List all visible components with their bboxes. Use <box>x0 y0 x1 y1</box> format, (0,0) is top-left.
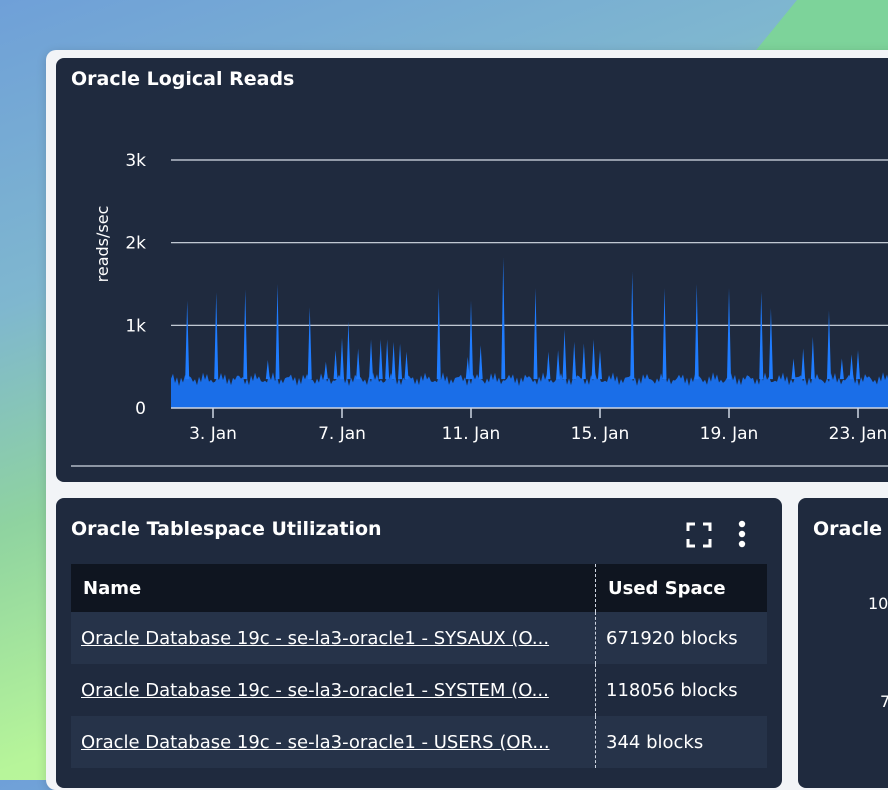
spike-mark <box>598 350 602 380</box>
spike-mark <box>839 358 844 380</box>
tablespace-utilization-widget: Oracle Tablespace Utilization Name Used … <box>56 498 782 788</box>
y-tick-label: 2k <box>125 234 146 254</box>
spike-mark <box>501 257 506 380</box>
logical-reads-widget: Oracle Logical Reads 0 1k 2k 3k reads/sec 3. … <box>56 58 888 482</box>
spike-mark <box>791 358 796 380</box>
tablespace-link[interactable]: Oracle Database 19c - se-la3-oracle1 - S… <box>81 680 579 701</box>
used-space-cell: 344 blocks <box>595 716 767 768</box>
y-tick-label: 7 <box>880 692 888 711</box>
widget-title: Oracle T <box>813 518 888 540</box>
spike-mark <box>572 341 577 380</box>
spike-mark <box>391 341 396 380</box>
spike-mark <box>801 348 806 380</box>
spike-mark <box>340 337 344 380</box>
spike-mark <box>378 339 383 380</box>
spike-mark <box>469 300 473 380</box>
spike-mark <box>581 343 586 380</box>
table-row: Oracle Database 19c - se-la3-oracle1 - U… <box>71 716 767 768</box>
x-tick-label: 7. Jan <box>318 424 366 444</box>
spike-mark <box>768 307 773 380</box>
spike-mark <box>810 336 815 380</box>
name-cell: Oracle Database 19c - se-la3-oracle1 - S… <box>71 664 596 716</box>
spike-mark <box>436 288 441 380</box>
spike-mark <box>369 339 374 380</box>
spike-mark <box>214 292 219 380</box>
spike-mark <box>478 345 483 380</box>
more-vertical-icon[interactable] <box>736 520 748 550</box>
tablespace-table: Name Used Space Oracle Database 19c - se… <box>71 564 767 768</box>
expand-icon[interactable] <box>686 522 712 548</box>
y-tick-label: 3k <box>125 151 146 171</box>
spike-mark <box>307 307 312 380</box>
spike-mark <box>323 361 328 380</box>
x-tick-label: 23. Jan <box>829 424 888 444</box>
table-row: Oracle Database 19c - se-la3-oracle1 - S… <box>71 664 767 716</box>
widget-title: Oracle Tablespace Utilization <box>71 518 382 540</box>
spike-mark <box>849 354 854 380</box>
spike-mark <box>356 348 361 380</box>
oracle-partial-widget: Oracle T 10 7 <box>798 498 888 788</box>
spike-mark <box>385 339 390 380</box>
tablespace-link[interactable]: Oracle Database 19c - se-la3-oracle1 - U… <box>81 732 579 753</box>
spike-mark <box>243 289 248 380</box>
y-tick-label: 1k <box>125 316 146 336</box>
used-space-cell: 118056 blocks <box>606 679 738 701</box>
x-tick-label: 15. Jan <box>571 424 630 444</box>
table-header-row: Name Used Space <box>71 564 767 612</box>
x-tick-label: 3. Jan <box>189 424 237 444</box>
spike-mark <box>185 300 190 380</box>
y-axis-label: reads/sec <box>93 206 112 283</box>
spike-mark <box>556 350 561 380</box>
spike-mark <box>265 360 270 380</box>
spike-mark <box>333 350 338 380</box>
spike-mark <box>662 288 667 380</box>
used-space-cell: 671920 blocks <box>595 612 767 664</box>
spike-mark <box>826 310 831 380</box>
y-tick-label: 0 <box>135 399 146 419</box>
spike-mark <box>562 329 567 380</box>
spike-mark <box>404 351 409 380</box>
spike-mark <box>591 339 596 380</box>
tablespace-link[interactable]: Oracle Database 19c - se-la3-oracle1 - S… <box>81 628 579 649</box>
column-header-used-space[interactable]: Used Space <box>595 564 767 612</box>
y-tick-label: 10 <box>868 594 888 613</box>
spike-mark <box>727 288 731 380</box>
name-cell: Oracle Database 19c - se-la3-oracle1 - U… <box>71 716 596 768</box>
spike-mark <box>546 351 551 380</box>
spike-mark <box>398 343 403 380</box>
spike-mark <box>759 291 764 380</box>
spike-mark <box>694 284 699 380</box>
x-tick-label: 19. Jan <box>700 424 759 444</box>
spike-mark <box>275 284 280 380</box>
table-row: Oracle Database 19c - se-la3-oracle1 - S… <box>71 612 767 664</box>
name-cell: Oracle Database 19c - se-la3-oracle1 - S… <box>71 612 596 664</box>
x-tick-label: 11. Jan <box>442 424 501 444</box>
logical-reads-chart: 0 1k 2k 3k reads/sec 3. Jan 7. Jan 11. Jan 15. J… <box>71 151 888 467</box>
spike-mark <box>346 321 351 380</box>
column-header-name[interactable]: Name <box>71 564 596 612</box>
spike-mark <box>533 288 538 380</box>
spike-mark <box>856 350 860 380</box>
